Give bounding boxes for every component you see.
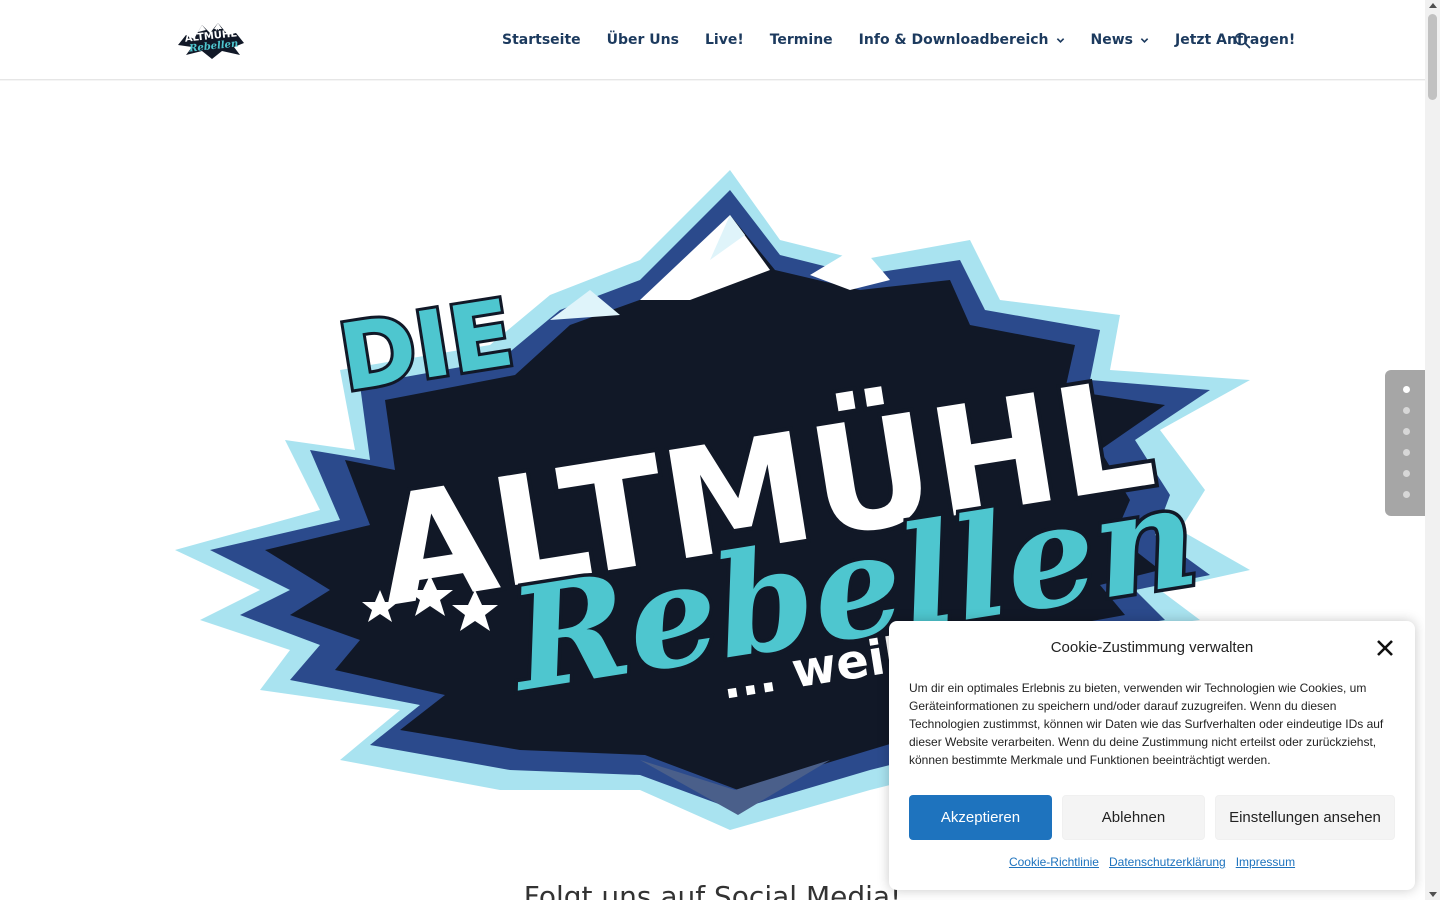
section-dot[interactable] [1403,407,1410,414]
nav-item-news[interactable]: News [1091,32,1149,48]
site-header: ALTMÜHL Rebellen Startseite Über Uns Liv… [0,0,1425,80]
scrollbar-thumb[interactable] [1428,14,1437,100]
site-logo[interactable]: ALTMÜHL Rebellen [176,17,246,61]
nav-label: Über Uns [606,32,679,48]
close-icon[interactable] [1375,638,1395,658]
nav-item-ueber-uns[interactable]: Über Uns [607,32,679,48]
cookie-description: Um dir ein optimales Erlebnis zu bieten,… [909,681,1384,767]
main-nav: Startseite Über Uns Live! Termine Info &… [502,0,1321,80]
cookie-links: Cookie-Richtlinie Datenschutzerklärung I… [889,855,1415,869]
nav-label: News [1090,32,1134,48]
section-dot[interactable] [1403,449,1410,456]
nav-item-startseite[interactable]: Startseite [502,32,581,48]
nav-item-info-downloadbereich[interactable]: Info & Downloadbereich [859,32,1065,48]
accept-button[interactable]: Akzeptieren [909,795,1052,840]
imprint-link[interactable]: Impressum [1236,855,1295,869]
deny-button[interactable]: Ablehnen [1062,795,1205,840]
nav-item-termine[interactable]: Termine [770,32,833,48]
section-dot-nav [1385,370,1425,516]
chevron-down-icon [1140,37,1149,43]
section-dot[interactable] [1403,428,1410,435]
view-settings-button[interactable]: Einstellungen ansehen [1215,795,1395,840]
page-scrollbar[interactable] [1425,0,1440,900]
section-dot[interactable] [1403,491,1410,498]
scroll-up-arrow-icon[interactable] [1429,3,1437,8]
nav-label: Info & Downloadbereich [858,32,1049,48]
cookie-title: Cookie-Zustimmung verwalten [1050,639,1254,656]
search-icon[interactable] [1233,31,1253,51]
chevron-down-icon [1056,37,1064,43]
cookie-policy-link[interactable]: Cookie-Richtlinie [1009,855,1099,869]
scroll-down-arrow-icon[interactable] [1429,892,1437,897]
privacy-policy-link[interactable]: Datenschutzerklärung [1109,855,1226,869]
cookie-consent-dialog: Cookie-Zustimmung verwalten Um dir ein o… [889,621,1415,890]
nav-label: Startseite [502,32,581,48]
nav-label: Live! [704,32,744,48]
section-dot[interactable] [1403,470,1410,477]
section-dot[interactable] [1403,386,1410,393]
nav-label: Termine [769,32,833,48]
nav-item-live[interactable]: Live! [705,32,744,48]
